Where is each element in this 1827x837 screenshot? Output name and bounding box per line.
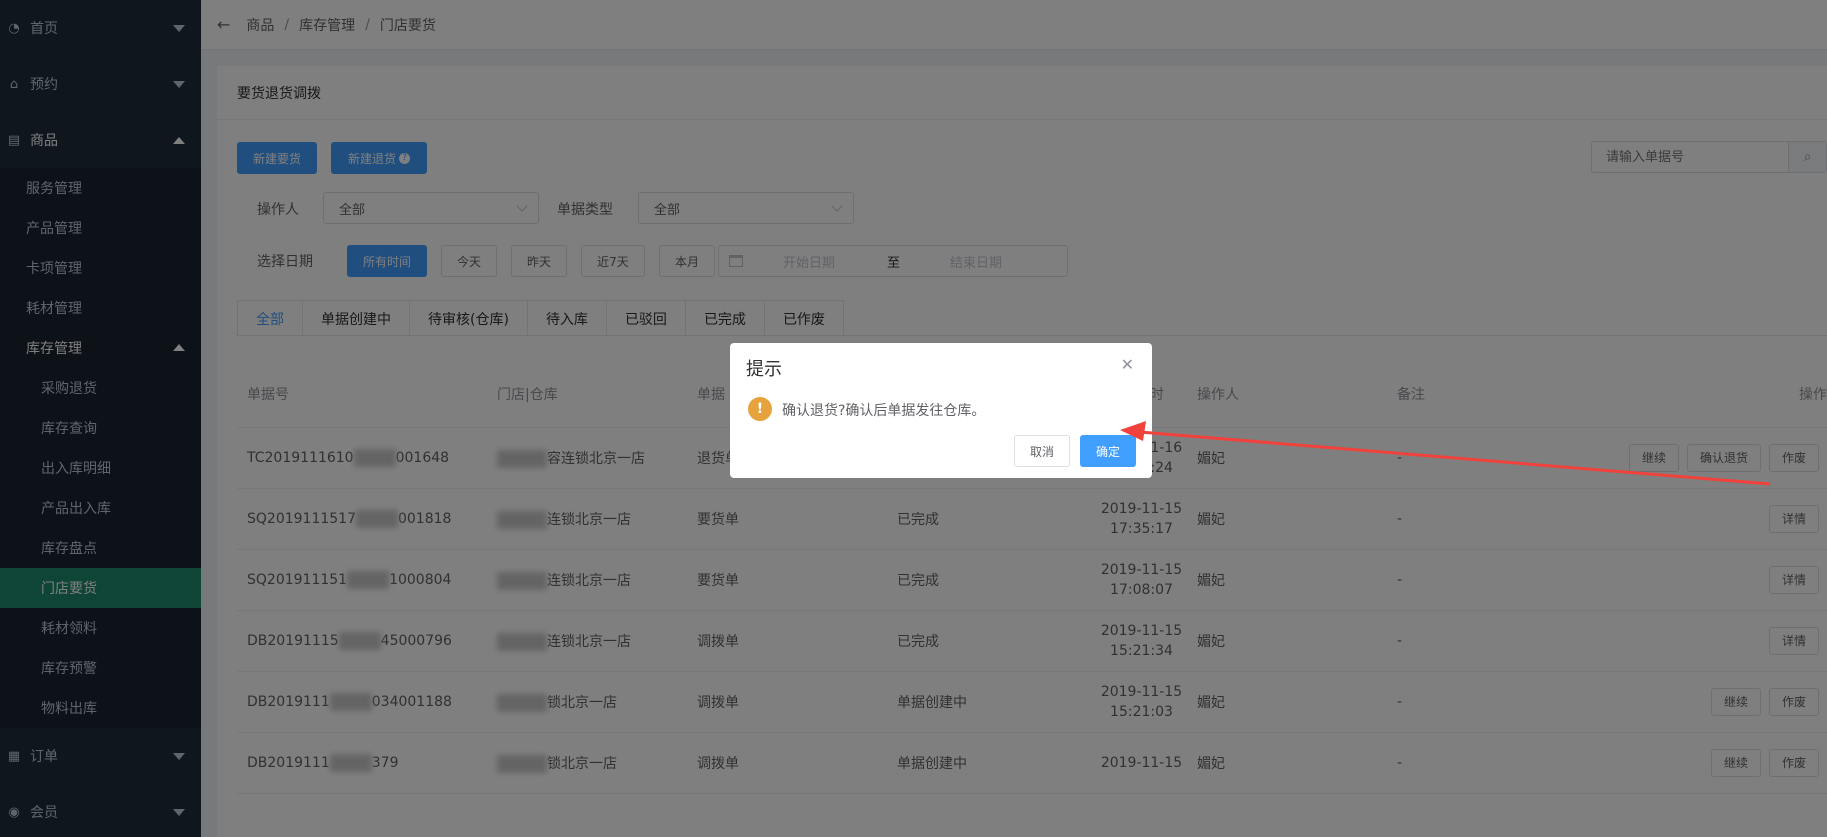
annotation-arrow — [1120, 421, 1771, 486]
arrow-line — [1139, 430, 1771, 486]
arrow-head — [1120, 421, 1146, 441]
